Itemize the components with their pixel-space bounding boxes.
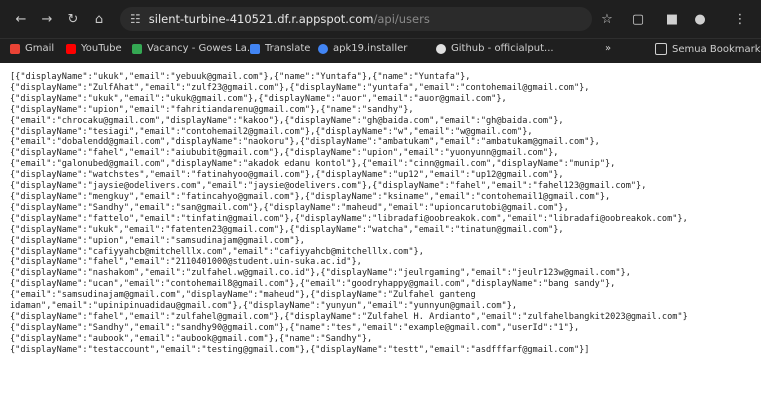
url-host: silent-turbine-410521.df.r.appspot.com xyxy=(148,12,374,26)
bookmark-all[interactable]: Semua Bookmark xyxy=(655,43,761,55)
json-line: {"email":"chrocaku@gmail.com","displayNa… xyxy=(10,115,564,126)
json-line: {"email":"samsudinajam@gmail.com","displ… xyxy=(10,290,476,301)
extension-icon[interactable]: ■ xyxy=(662,9,682,29)
json-line: {"displayName":"jaysie@odelivers.com","e… xyxy=(10,181,647,192)
translate-icon xyxy=(250,43,260,54)
json-line: {"displayName":"cafiyyahcb@mitchelllx.co… xyxy=(10,246,424,257)
bookmark-vacancy[interactable]: Vacancy - Gowes La... xyxy=(132,43,256,54)
home-icon[interactable]: ⌂ xyxy=(88,8,110,30)
bookmark-github[interactable]: Github - officialput... xyxy=(436,43,554,54)
json-line: {"displayName":"nashakom","email":"zulfa… xyxy=(10,268,631,279)
json-line: {"displayName":"upion","email":"fahritia… xyxy=(10,104,414,115)
star-icon[interactable]: ☆ xyxy=(597,9,617,29)
bookmark-apk[interactable]: apk19.installer xyxy=(318,43,407,54)
json-line: {"displayName":"aubook","email":"aubook@… xyxy=(10,333,373,344)
browser-toolbar: ← → ↻ ⌂ ☷ silent-turbine-410521.df.r.app… xyxy=(0,0,761,38)
json-line: {"displayName":"Sandhy","email":"san@gma… xyxy=(10,202,569,213)
tab-icon[interactable]: ▢ xyxy=(628,9,648,29)
more-bookmarks-icon[interactable]: » xyxy=(605,43,611,54)
json-line: {"displayName":"ukuk","email":"fatenten2… xyxy=(10,224,564,235)
json-line: [{"displayName":"ukuk","email":"yebuuk@g… xyxy=(10,72,471,82)
bookmarks-bar: Gmail YouTube Vacancy - Gowes La... Tran… xyxy=(0,38,761,63)
json-line: {"displayName":"ZulfAhat","email":"zulf2… xyxy=(10,82,590,93)
json-line: {"displayName":"mengkuy","email":"fatinc… xyxy=(10,191,611,202)
back-arrow-icon[interactable]: ← xyxy=(10,8,32,30)
json-line: {"displayName":"fahel","email":"zulfahel… xyxy=(10,311,688,322)
json-line: idaman","email":"upinipinuadidau@gmail.c… xyxy=(10,301,518,312)
folder-icon xyxy=(655,43,667,55)
json-line: {"displayName":"ucan","email":"contohema… xyxy=(10,279,616,290)
json-line: {"displayName":"upion","email":"samsudin… xyxy=(10,235,305,246)
json-line: {"email":"dobalendd@gmail.com","displayN… xyxy=(10,137,600,148)
site-info-icon[interactable]: ☷ xyxy=(130,12,141,26)
url-path: /api/users xyxy=(373,12,430,26)
json-line: {"email":"galonubed@gmail.com","displayN… xyxy=(10,159,616,170)
profile-avatar-icon[interactable]: ● xyxy=(690,9,710,29)
json-line: {"displayName":"Sandhy","email":"sandhy9… xyxy=(10,322,580,333)
json-response: [{"displayName":"ukuk","email":"yebuuk@g… xyxy=(0,63,761,402)
json-line: {"displayName":"tesiagi","email":"contoh… xyxy=(10,126,533,137)
menu-icon[interactable]: ⋮ xyxy=(730,9,750,29)
bookmark-youtube[interactable]: YouTube xyxy=(66,43,122,54)
youtube-icon xyxy=(66,43,76,54)
gmail-icon xyxy=(10,43,20,54)
github-icon xyxy=(436,43,446,54)
address-bar[interactable]: ☷ silent-turbine-410521.df.r.appspot.com… xyxy=(120,7,592,31)
json-line: {"displayName":"fahel","email":"aiububit… xyxy=(10,148,559,159)
json-line: {"displayName":"fattelo","email":"tinfat… xyxy=(10,213,688,224)
vacancy-icon xyxy=(132,43,142,54)
bookmark-gmail[interactable]: Gmail xyxy=(10,43,54,54)
json-line: {"displayName":"fahel","email":"21104010… xyxy=(10,257,362,268)
json-line: {"displayName":"testaccount","email":"te… xyxy=(10,344,590,355)
bookmark-translate[interactable]: Translate xyxy=(250,43,310,54)
apk-icon xyxy=(318,43,328,54)
forward-arrow-icon[interactable]: → xyxy=(36,8,58,30)
json-line: {"displayName":"ukuk","email":"ukuk@gmai… xyxy=(10,93,507,104)
reload-icon[interactable]: ↻ xyxy=(62,8,84,30)
json-line: {"displayName":"watchstes","email":"fati… xyxy=(10,170,564,181)
